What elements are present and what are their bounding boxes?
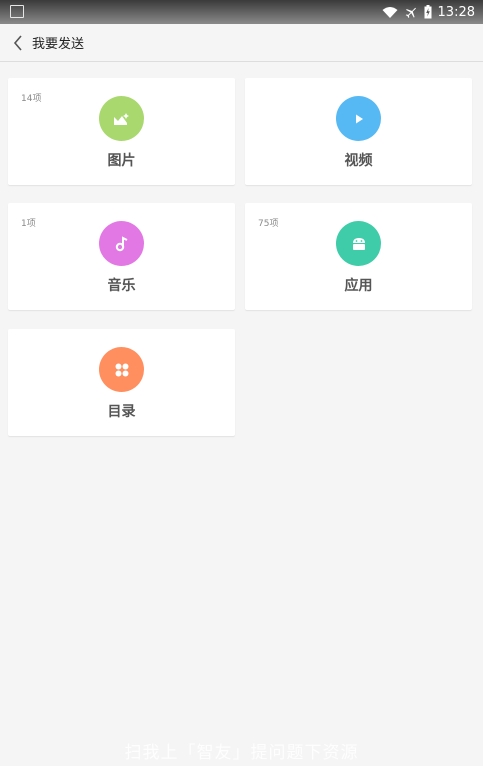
battery-charging-icon (424, 5, 432, 19)
back-button[interactable] (8, 32, 28, 54)
wifi-icon (382, 6, 398, 19)
item-count: 14项 (21, 94, 42, 104)
category-card-directory[interactable]: 目录 (8, 329, 235, 436)
image-icon (99, 96, 144, 141)
status-time: 13:28 (437, 4, 475, 20)
grid-dots-icon (99, 347, 144, 392)
app-header: 我要发送 (0, 24, 483, 62)
item-count: 75项 (258, 219, 279, 229)
category-label: 音乐 (107, 278, 136, 294)
play-icon (336, 96, 381, 141)
android-icon (336, 221, 381, 266)
status-bar: 13:28 (0, 0, 483, 24)
category-label: 应用 (344, 278, 373, 294)
status-icons: 13:28 (382, 2, 475, 22)
chevron-left-icon (13, 35, 23, 51)
music-note-icon (99, 221, 144, 266)
category-label: 图片 (107, 153, 136, 169)
category-card-apps[interactable]: 75项 应用 (245, 203, 472, 310)
category-label: 视频 (344, 153, 373, 169)
page-title: 我要发送 (32, 37, 85, 52)
category-label: 目录 (107, 404, 136, 420)
item-count: 1项 (21, 219, 36, 229)
image-icon (10, 5, 24, 18)
category-card-videos[interactable]: 视频 (245, 78, 472, 185)
category-card-images[interactable]: 14项 图片 (8, 78, 235, 185)
watermark-text: 扫我上「智友」提问题下资源 (124, 743, 359, 763)
category-card-music[interactable]: 1项 音乐 (8, 203, 235, 310)
airplane-icon (404, 5, 418, 19)
